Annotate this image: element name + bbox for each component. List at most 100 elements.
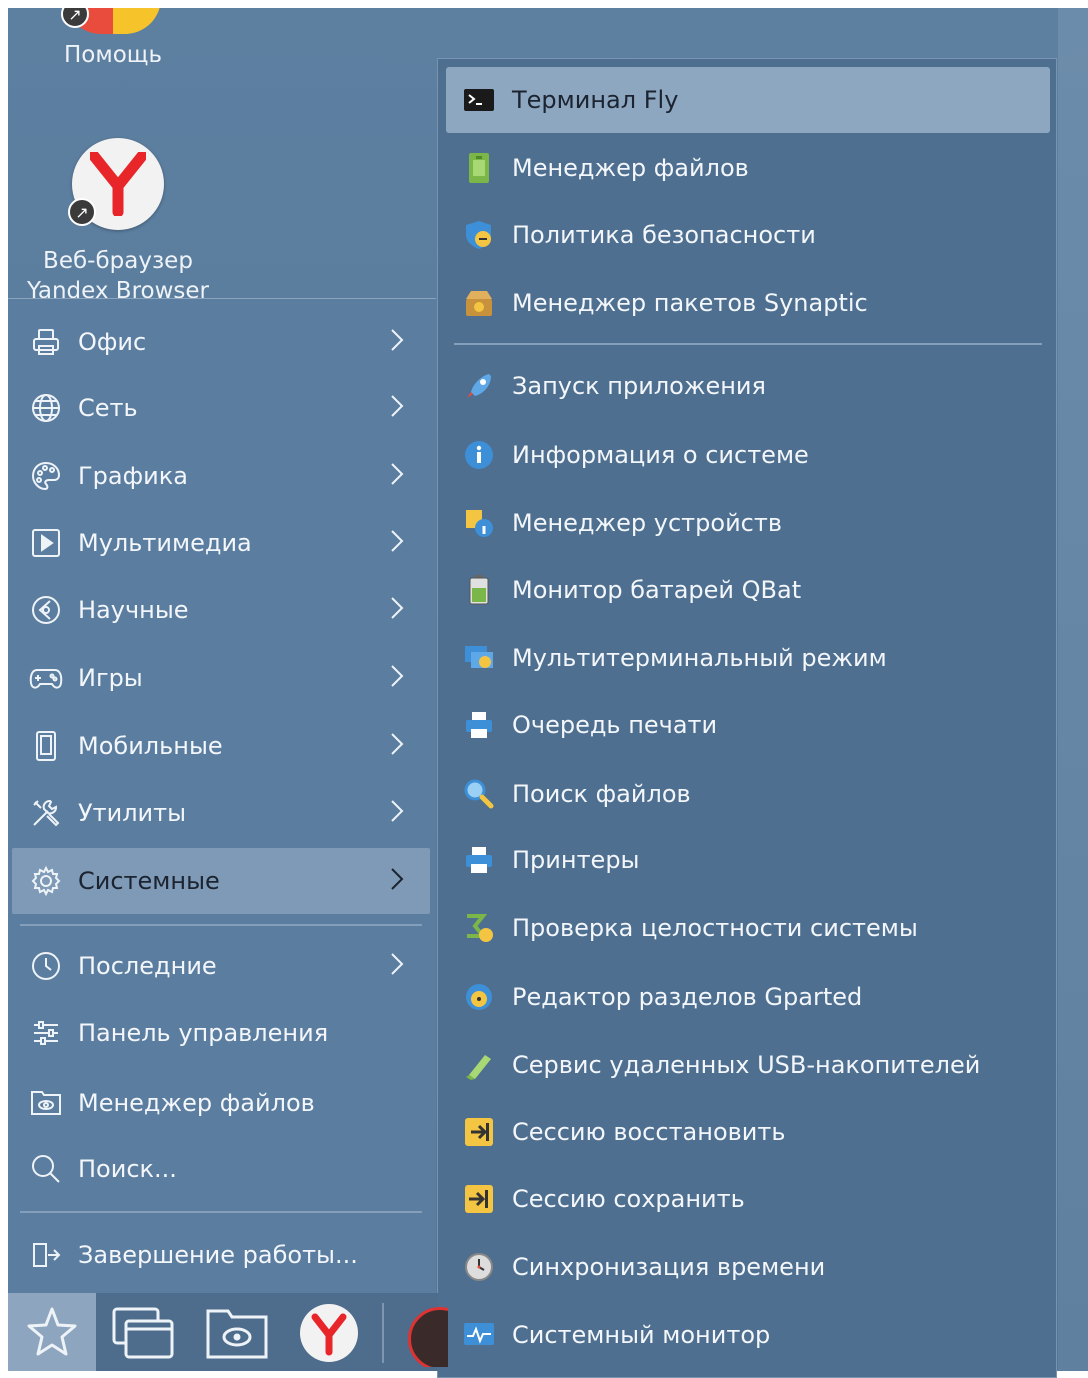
submenu-label: Политика безопасности [512,221,816,249]
chevron-right-icon [390,462,404,492]
submenu-label: Менеджер устройств [512,509,782,537]
category-label: Офис [78,328,147,356]
category-label: Сеть [78,394,138,422]
submenu-label: Проверка целостности системы [512,914,918,942]
desktop-icon-help[interactable]: ↗ Помощь [38,8,188,68]
chevron-right-icon [390,596,404,626]
tools-icon [28,795,64,831]
submenu-label: Сессию сохранить [512,1185,745,1213]
taskbar-app-button[interactable] [408,1307,448,1367]
menu-label: Панель управления [78,1019,329,1047]
app-icon [408,1307,448,1367]
print-queue-icon [462,708,496,742]
session-save-icon [462,1182,496,1216]
search-item[interactable]: Поиск... [12,1136,430,1202]
recent-item[interactable]: Последние [12,933,430,999]
taskbar-file-manager-button[interactable] [202,1303,272,1363]
submenu-label: Редактор разделов Gparted [512,983,863,1011]
category-network[interactable]: Сеть [12,375,430,441]
submenu-item-device-manager[interactable]: Менеджер устройств [446,490,1050,556]
menu-label: Менеджер файлов [78,1089,315,1117]
printer-icon [28,324,64,360]
submenu-item-session-save[interactable]: Сессию сохранить [446,1166,1050,1232]
session-restore-icon [462,1115,496,1149]
submenu-label: Менеджер пакетов Synaptic [512,289,868,317]
submenu-item-terminal[interactable]: Терминал Fly [446,67,1050,133]
submenu-label: Мультитерминальный режим [512,644,887,672]
shutdown-item[interactable]: Завершение работы... [12,1222,430,1288]
search-icon [28,1151,64,1187]
submenu-label: Принтеры [512,846,640,874]
submenu-item-gparted[interactable]: Редактор разделов Gparted [446,964,1050,1030]
category-graphics[interactable]: Графика [12,443,430,509]
chevron-right-icon [390,328,404,358]
device-manager-icon [462,506,496,540]
category-label: Научные [78,596,189,624]
clock-icon [28,948,64,984]
start-menu-categories: Офис Сеть Графика Мультимедиа Научные Иг… [8,298,436,1299]
submenu-item-print-queue[interactable]: Очередь печати [446,692,1050,758]
chevron-right-icon [390,664,404,694]
category-games[interactable]: Игры [12,645,430,711]
submenu-item-time-sync[interactable]: Синхронизация времени [446,1234,1050,1300]
category-utilities[interactable]: Утилиты [12,780,430,846]
desktop-icon-label: Веб-браузер [43,248,193,274]
palette-icon [28,458,64,494]
category-science[interactable]: Научные [12,577,430,643]
category-multimedia[interactable]: Мультимедиа [12,510,430,576]
submenu-item-session-restore[interactable]: Сессию восстановить [446,1099,1050,1165]
integrity-icon [462,911,496,945]
file-manager-item[interactable]: Менеджер файлов [12,1070,430,1136]
security-policy-icon [462,218,496,252]
submenu-item-synaptic[interactable]: Менеджер пакетов Synaptic [446,270,1050,336]
sliders-icon [28,1015,64,1051]
gamepad-icon [28,660,64,696]
menu-label: Поиск... [78,1155,177,1183]
submenu-item-printers[interactable]: Принтеры [446,827,1050,893]
terminal-icon [462,83,496,117]
submenu-item-battery-monitor[interactable]: Монитор батарей QBat [446,557,1050,623]
package-manager-icon [462,286,496,320]
chevron-right-icon [390,952,404,982]
logout-icon [28,1237,64,1273]
system-submenu: Терминал Fly Менеджер файлов Политика бе… [437,58,1057,1378]
file-manager-icon [206,1309,268,1359]
submenu-label: Запуск приложения [512,372,766,400]
submenu-item-usb-service[interactable]: Сервис удаленных USB-накопителей [446,1032,1050,1098]
submenu-item-system-monitor[interactable]: Системный монитор [446,1302,1050,1368]
chevron-right-icon [390,394,404,424]
taskbar-windows-button[interactable] [108,1303,178,1363]
help-icon: ↗ [61,8,161,34]
menu-separator [20,1211,422,1213]
category-mobile[interactable]: Мобильные [12,713,430,779]
gear-icon [28,863,64,899]
time-sync-icon [462,1250,496,1284]
submenu-label: Синхронизация времени [512,1253,826,1281]
system-monitor-icon [462,1318,496,1352]
submenu-item-file-search[interactable]: Поиск файлов [446,761,1050,827]
submenu-item-system-info[interactable]: Информация о системе [446,422,1050,488]
category-label: Утилиты [78,799,187,827]
file-search-icon [462,777,496,811]
submenu-item-integrity-check[interactable]: Проверка целостности системы [446,895,1050,961]
menu-separator [20,924,422,926]
start-menu-button[interactable] [8,1293,96,1371]
info-icon [462,438,496,472]
submenu-label: Монитор батарей QBat [512,576,802,604]
category-label: Мультимедиа [78,529,252,557]
desktop-icon-yandex-browser[interactable]: ↗ Веб-браузер Yandex Browser [18,138,218,304]
category-office[interactable]: Офис [12,309,430,375]
category-label: Системные [78,867,220,895]
submenu-item-security-policy[interactable]: Политика безопасности [446,202,1050,268]
rocket-icon [462,369,496,403]
control-panel-item[interactable]: Панель управления [12,1000,430,1066]
submenu-item-file-manager[interactable]: Менеджер файлов [446,135,1050,201]
printers-icon [462,843,496,877]
file-manager-icon [462,151,496,185]
folder-icon [28,1085,64,1121]
category-system[interactable]: Системные [12,848,430,914]
submenu-item-run-app[interactable]: Запуск приложения [446,353,1050,419]
taskbar-yandex-browser-button[interactable] [294,1303,364,1363]
submenu-item-multiterminal[interactable]: Мультитерминальный режим [446,625,1050,691]
shortcut-arrow-icon: ↗ [68,198,96,226]
